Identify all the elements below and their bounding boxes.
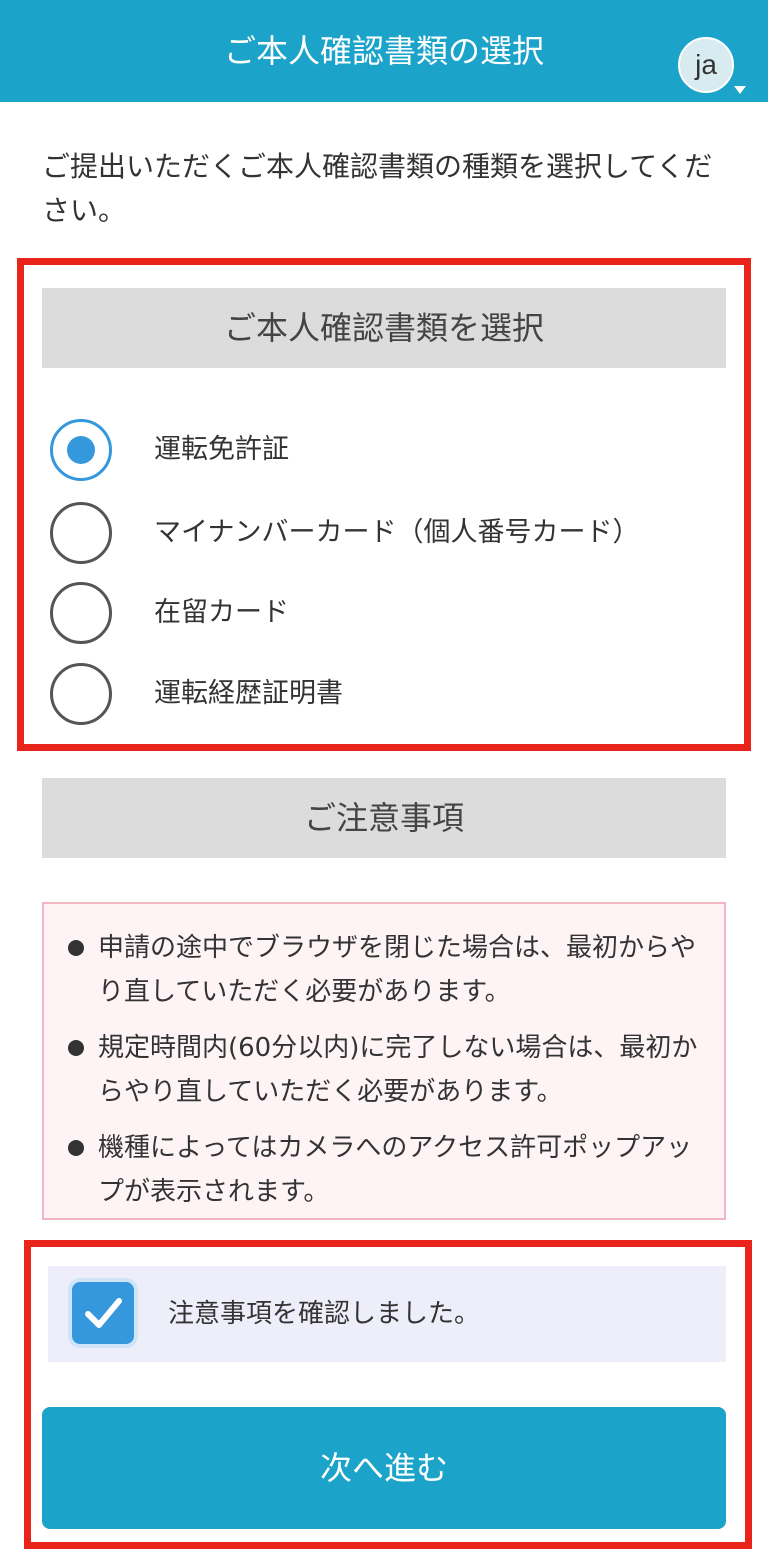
radio-option-driving-history-certificate[interactable]: 運転経歴証明書 (50, 663, 730, 727)
radio-label: マイナンバーカード（個人番号カード） (154, 517, 640, 548)
radio-label: 運転免許証 (154, 434, 289, 465)
chevron-down-icon (734, 86, 746, 94)
radio-button[interactable] (50, 419, 112, 481)
confirm-row[interactable]: 注意事項を確認しました。 (48, 1266, 726, 1362)
radio-label: 運転経歴証明書 (154, 678, 343, 709)
radio-option-residence-card[interactable]: 在留カード (50, 582, 730, 646)
notes-heading: ご注意事項 (42, 778, 726, 858)
note-item: 規定時間内(60分以内)に完了しない場合は、最初からやり直していただく必要があり… (64, 1026, 704, 1114)
confirm-label: 注意事項を確認しました。 (168, 1299, 481, 1329)
radio-label: 在留カード (154, 597, 289, 628)
radio-option-my-number-card[interactable]: マイナンバーカード（個人番号カード） (50, 502, 730, 566)
radio-button[interactable] (50, 502, 112, 564)
note-item: 申請の途中でブラウザを閉じた場合は、最初からやり直していただく必要があります。 (64, 926, 704, 1014)
app-header: ご本人確認書類の選択 ja (0, 0, 768, 102)
radio-button[interactable] (50, 663, 112, 725)
intro-text: ご提出いただくご本人確認書類の種類を選択してください。 (42, 150, 713, 227)
notes-box: 申請の途中でブラウザを閉じた場合は、最初からやり直していただく必要があります。 … (42, 902, 726, 1220)
document-select-heading: ご本人確認書類を選択 (42, 288, 726, 368)
confirm-checkbox[interactable] (72, 1282, 134, 1344)
radio-button[interactable] (50, 582, 112, 644)
note-item: 機種によってはカメラへのアクセス許可ポップアップが表示されます。 (64, 1126, 704, 1214)
page-title: ご本人確認書類の選択 (223, 32, 544, 70)
language-switcher[interactable]: ja (678, 37, 734, 93)
radio-option-drivers-license[interactable]: 運転免許証 (50, 419, 730, 483)
next-button[interactable]: 次へ進む (42, 1407, 726, 1529)
checkmark-icon (85, 1298, 122, 1328)
